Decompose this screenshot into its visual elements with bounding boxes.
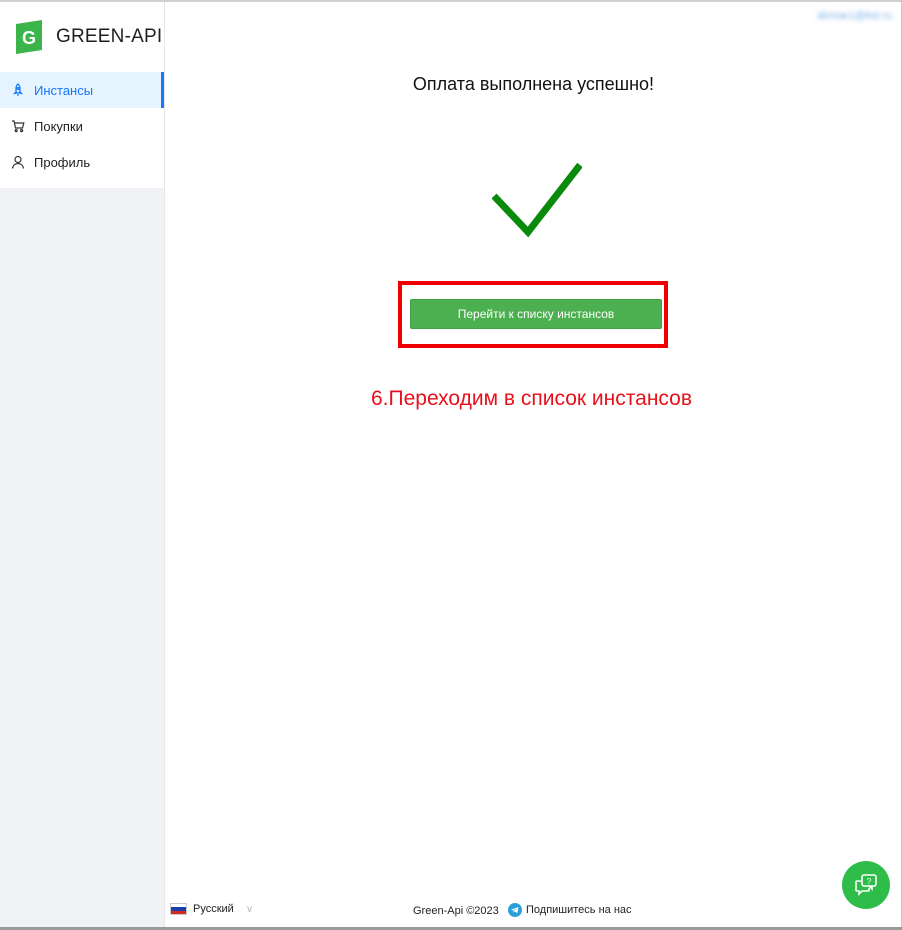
annotation-text: 6.Переходим в список инстансов bbox=[370, 387, 692, 410]
cart-icon bbox=[11, 119, 25, 133]
user-icon bbox=[11, 155, 25, 169]
subscribe-link[interactable]: Подпишитесь на нас bbox=[508, 903, 632, 917]
russia-flag-icon bbox=[170, 903, 187, 915]
svg-text:?: ? bbox=[867, 877, 872, 886]
chat-support-icon: ? bbox=[855, 874, 877, 896]
sidebar-item-purchases[interactable]: Покупки bbox=[0, 108, 164, 144]
rocket-icon bbox=[11, 83, 25, 97]
brand-name: GREEN-API bbox=[56, 26, 163, 47]
brand[interactable]: G GREEN-API bbox=[0, 2, 164, 72]
go-to-instances-button[interactable]: Перейти к списку инстансов bbox=[410, 299, 662, 329]
logo-letter: G bbox=[22, 28, 36, 48]
sidebar-item-profile[interactable]: Профиль bbox=[0, 144, 164, 180]
language-selector[interactable]: Русский ∨ bbox=[170, 903, 253, 915]
page-title: Оплата выполнена успешно! bbox=[412, 74, 655, 94]
support-chat-button[interactable]: ? bbox=[842, 861, 890, 909]
green-api-logo-icon: G bbox=[16, 20, 42, 54]
sidebar: G GREEN-API Инстансы Покупки Профиль bbox=[0, 2, 165, 927]
sidebar-item-label: Инстансы bbox=[34, 82, 94, 98]
user-email[interactable]: dirmar1@list.ru bbox=[817, 10, 892, 22]
sidebar-menu: Инстансы Покупки Профиль bbox=[0, 72, 164, 188]
success-check-icon bbox=[492, 162, 582, 238]
sidebar-item-label: Профиль bbox=[34, 154, 91, 170]
language-label: Русский bbox=[193, 903, 234, 915]
sidebar-item-label: Покупки bbox=[34, 118, 83, 134]
telegram-icon bbox=[508, 903, 522, 917]
chevron-down-icon: ∨ bbox=[245, 903, 254, 915]
copyright: Green-Api ©2023 bbox=[413, 905, 499, 917]
subscribe-label: Подпишитесь на нас bbox=[526, 904, 632, 916]
sidebar-item-instances[interactable]: Инстансы bbox=[0, 72, 164, 108]
